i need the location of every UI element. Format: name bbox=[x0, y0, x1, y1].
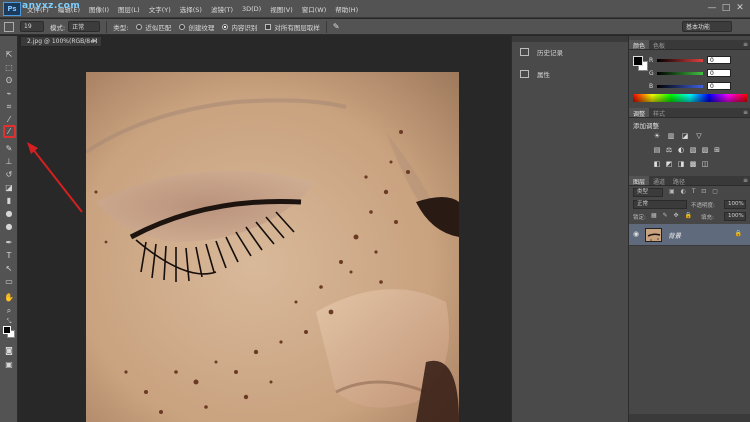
layer-lock-icon: 🔒 bbox=[734, 230, 742, 237]
posterize-icon[interactable]: ◩ bbox=[665, 160, 673, 168]
history-label: 历史记录 bbox=[537, 49, 563, 57]
lock-icons[interactable]: ▦ ✎ ✥ 🔒 bbox=[651, 212, 694, 219]
history-panel-button[interactable]: 历史记录 bbox=[516, 45, 626, 59]
opacity-label: 不透明度: bbox=[691, 203, 715, 209]
gradient-map-icon[interactable]: ▩ bbox=[689, 160, 697, 168]
color-row-g: G 0 bbox=[649, 69, 749, 77]
layer-filter-value: 类型 bbox=[637, 189, 649, 195]
layer-thumbnail bbox=[645, 227, 662, 242]
layers-footer bbox=[629, 414, 750, 422]
photo-filter-icon[interactable]: ▨ bbox=[701, 146, 709, 154]
levels-icon[interactable]: ▥ bbox=[667, 132, 675, 140]
channel-b-slider[interactable] bbox=[657, 84, 703, 88]
brightness-icon[interactable]: ☀ bbox=[653, 132, 661, 140]
tab-paths[interactable]: 路径 bbox=[669, 176, 689, 186]
collapsed-panel-dock: 历史记录 属性 bbox=[511, 36, 629, 422]
invert-icon[interactable]: ◧ bbox=[653, 160, 661, 168]
vibrance-icon[interactable]: ▤ bbox=[653, 146, 661, 154]
color-fg-swatch[interactable] bbox=[633, 56, 643, 66]
tab-channels[interactable]: 通道 bbox=[649, 176, 669, 186]
exposure-icon[interactable]: ▽ bbox=[695, 132, 703, 140]
channel-g-label: G bbox=[649, 69, 654, 77]
fill-value: 100% bbox=[728, 213, 744, 219]
channel-r-value[interactable]: 0 bbox=[707, 56, 731, 64]
properties-label: 属性 bbox=[537, 71, 550, 79]
lock-label: 锁定: bbox=[633, 215, 646, 221]
panel-menu-icon[interactable]: ≡ bbox=[743, 41, 748, 48]
add-adjustment-title: 添加调整 bbox=[633, 122, 659, 130]
layer-name: 背景 bbox=[668, 231, 681, 240]
channel-r-slider[interactable] bbox=[657, 58, 703, 62]
channel-b-value[interactable]: 0 bbox=[707, 82, 731, 90]
blend-mode-select[interactable]: 正常 bbox=[633, 200, 687, 209]
channel-g-slider[interactable] bbox=[657, 71, 703, 75]
panel-menu-icon[interactable]: ≡ bbox=[743, 177, 748, 184]
tab-layers[interactable]: 图层 bbox=[629, 176, 650, 186]
color-row-b: B 0 bbox=[649, 82, 749, 90]
properties-icon bbox=[520, 70, 529, 78]
color-balance-icon[interactable]: ◐ bbox=[677, 146, 685, 154]
tab-adjustments[interactable]: 调整 bbox=[629, 108, 650, 118]
fill-label: 填充: bbox=[701, 215, 714, 221]
opacity-value: 100% bbox=[728, 201, 744, 207]
color-panel-tabs: 颜色 色板 ≡ bbox=[629, 40, 750, 50]
fill-input[interactable]: 100% bbox=[724, 212, 746, 221]
layer-filter-icons[interactable]: ▣ ◐ T ⊡ ▢ bbox=[669, 188, 720, 195]
tab-styles[interactable]: 样式 bbox=[649, 108, 669, 118]
channel-mixer-icon[interactable]: ⊞ bbox=[713, 146, 721, 154]
layer-row-background[interactable]: ◉ 背景 🔒 bbox=[629, 224, 750, 246]
channel-r-label: R bbox=[649, 56, 654, 64]
panel-menu-icon[interactable]: ≡ bbox=[743, 109, 748, 116]
foreground-color-swatch[interactable] bbox=[3, 326, 11, 334]
right-panel-dock: 颜色 色板 ≡ R 0 G 0 B 0 调整 样式 ≡ 添加调整 ☀ ▥ ◪ ▽… bbox=[628, 36, 750, 422]
photoshop-window: Ps anyxz.com 文件(F) 编辑(E) 图像(I) 图层(L) 文字(… bbox=[0, 0, 750, 422]
color-spectrum-bar[interactable] bbox=[633, 94, 747, 102]
curves-icon[interactable]: ◪ bbox=[681, 132, 689, 140]
channel-b-label: B bbox=[649, 82, 654, 90]
threshold-icon[interactable]: ◨ bbox=[677, 160, 685, 168]
layer-filter-select[interactable]: 类型 bbox=[633, 188, 663, 197]
dock-header bbox=[512, 36, 629, 42]
channel-g-value[interactable]: 0 bbox=[707, 69, 731, 77]
opacity-input[interactable]: 100% bbox=[724, 200, 746, 209]
adjustments-panel-tabs: 调整 样式 ≡ bbox=[629, 108, 750, 118]
visibility-eye-icon[interactable]: ◉ bbox=[633, 230, 639, 238]
tab-color[interactable]: 颜色 bbox=[629, 40, 650, 50]
tab-swatches[interactable]: 色板 bbox=[649, 40, 669, 50]
properties-panel-button[interactable]: 属性 bbox=[516, 67, 626, 81]
color-row-r: R 0 bbox=[649, 56, 749, 64]
blend-mode-value: 正常 bbox=[637, 201, 649, 207]
selective-color-icon[interactable]: ◫ bbox=[701, 160, 709, 168]
hue-saturation-icon[interactable]: ⚖ bbox=[665, 146, 673, 154]
layers-panel-tabs: 图层 通道 路径 ≡ bbox=[629, 176, 750, 186]
black-white-icon[interactable]: ▧ bbox=[689, 146, 697, 154]
history-icon bbox=[520, 48, 529, 56]
